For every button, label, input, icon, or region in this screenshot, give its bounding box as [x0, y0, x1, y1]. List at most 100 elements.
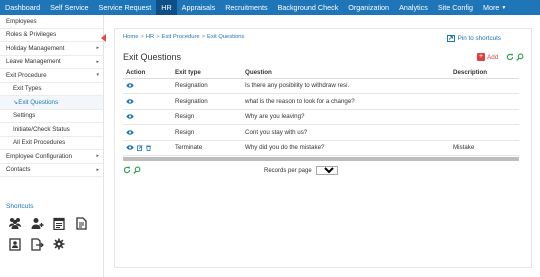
table-row: Resignation Is there any posibility to w… [123, 78, 519, 94]
sidebar-item-label: Initiate/Check Status [13, 125, 70, 133]
breadcrumb-separator: > [140, 34, 144, 40]
sidebar-item-label: Contacts [6, 166, 31, 174]
sidebar-item-holiday-management[interactable]: Holiday Management ▸ [0, 42, 103, 56]
sidebar-item-employee-configuration[interactable]: Employee Configuration ▸ [0, 150, 103, 164]
table-header-row: Action Exit type Question Description [123, 67, 519, 79]
breadcrumb-home[interactable]: Home [123, 34, 138, 40]
question-cell: Is there any posibility to withdraw resi… [242, 78, 450, 94]
column-header-description[interactable]: Description [450, 67, 519, 79]
action-cell [123, 93, 172, 110]
sidebar-item-all-exit-procedures[interactable]: All Exit Procedures [0, 137, 103, 150]
description-cell: Mistake [450, 140, 519, 156]
sidebar-item-contacts[interactable]: Contacts ▸ [0, 164, 103, 177]
nav-more-label: More [483, 3, 500, 12]
records-per-page-select[interactable]: 20 [315, 166, 338, 175]
sidebar-item-label: Exit Procedure [6, 71, 47, 79]
shortcuts-title: Shortcuts [6, 203, 34, 210]
user-card-icon[interactable] [8, 237, 22, 251]
nav-dashboard-label: Dashboard [5, 3, 41, 12]
sidebar-item-exit-questions-text: Exit Questions [18, 98, 59, 106]
table-horizontal-scrollbar[interactable] [123, 157, 519, 161]
exit-type-cell: Resignation [172, 93, 242, 110]
exit-questions-table: Action Exit type Question Description Re… [123, 67, 519, 156]
table-row: Resign Cont you stay with us? [123, 124, 519, 141]
breadcrumb-separator: > [201, 34, 206, 40]
sidebar-item-label: Leave Management [6, 58, 61, 66]
records-per-page-label: Records per page [264, 167, 312, 174]
add-user-icon[interactable] [30, 216, 44, 230]
nav-more[interactable]: More ▼ [478, 0, 511, 15]
nav-analytics[interactable]: Analytics [394, 0, 433, 15]
nav-organization-label: Organization [348, 3, 390, 12]
nav-background-check[interactable]: Background Check [273, 0, 344, 15]
sidebar-item-label: Employees [6, 17, 37, 25]
nav-site-config[interactable]: Site Config [433, 0, 478, 15]
view-eye-icon[interactable] [126, 83, 134, 88]
nav-analytics-label: Analytics [399, 3, 428, 12]
sidebar-item-roles-privileges[interactable]: Roles & Privileges [0, 29, 103, 42]
view-eye-icon[interactable] [126, 130, 134, 135]
scrollbar-thumb[interactable] [123, 157, 519, 161]
view-eye-icon[interactable] [126, 114, 134, 119]
exit-type-cell: Resign [172, 109, 242, 125]
exit-type-cell: Resignation [172, 78, 242, 94]
chevron-down-icon: ▼ [501, 4, 507, 11]
sidebar-item-label: Settings [13, 112, 36, 120]
question-cell: Why are you leaving? [242, 109, 450, 125]
column-header-exit-type[interactable]: Exit type [172, 67, 242, 79]
delete-trash-icon[interactable] [146, 145, 151, 151]
pin-to-shortcuts-link[interactable]: Pin to shortcuts [446, 35, 501, 42]
main-panel: Home > HR > Exit Procedure > Exit Questions Pi… [114, 28, 532, 268]
breadcrumb: Home > HR > Exit Procedure > Exit Questions [123, 34, 244, 40]
nav-service-request[interactable]: Service Request [94, 0, 157, 15]
breadcrumb-hr[interactable]: HR [146, 34, 154, 40]
chevron-right-icon: ▸ [96, 45, 99, 52]
nav-dashboard[interactable]: Dashboard [0, 0, 45, 15]
plus-icon: + [477, 53, 485, 61]
sidebar-item-exit-procedure[interactable]: Exit Procedure ▾ [0, 69, 103, 83]
footer-refresh-icon[interactable] [123, 166, 131, 176]
sidebar-collapse-toggle[interactable] [101, 34, 106, 42]
document-icon[interactable] [74, 216, 88, 230]
exit-type-cell: Resign [172, 124, 242, 141]
nav-self-service[interactable]: Self Service [45, 0, 93, 15]
action-cell [123, 78, 172, 94]
sidebar-item-employees[interactable]: Employees [0, 15, 103, 29]
chevron-right-icon: ▸ [96, 153, 99, 160]
sidebar-item-initiate-check-status[interactable]: Initiate/Check Status [0, 123, 103, 137]
export-document-icon[interactable] [30, 237, 44, 251]
settings-icon[interactable] [52, 237, 66, 251]
refresh-icon[interactable] [506, 53, 514, 63]
nav-recruitments-label: Recruitments [225, 3, 268, 12]
sidebar-item-leave-management[interactable]: Leave Management ▸ [0, 56, 103, 69]
column-header-question[interactable]: Question [242, 67, 450, 79]
sidebar-item-exit-types[interactable]: Exit Types [0, 83, 103, 96]
calendar-list-icon[interactable] [52, 216, 66, 230]
add-button[interactable]: + Add [477, 53, 498, 61]
sidebar-item-exit-questions[interactable]: ↘Exit Questions [0, 96, 103, 110]
nav-recruitments[interactable]: Recruitments [220, 0, 272, 15]
description-cell [450, 124, 519, 141]
sidebar-item-settings[interactable]: Settings [0, 110, 103, 123]
sidebar-item-label: ↘Exit Questions [13, 99, 99, 106]
footer-search-icon[interactable] [133, 166, 141, 176]
chevron-right-icon: ▸ [96, 166, 99, 173]
page-title: Exit Questions [123, 52, 182, 62]
nav-hr-label: HR [161, 3, 172, 12]
sidebar-item-label: Roles & Privileges [6, 31, 57, 39]
edit-icon[interactable] [137, 144, 143, 151]
view-eye-icon[interactable] [126, 145, 134, 150]
sidebar-item-label: Employee Configuration [6, 152, 73, 160]
search-icon[interactable] [516, 53, 524, 63]
nav-appraisals[interactable]: Appraisals [177, 0, 221, 15]
group-icon[interactable] [8, 216, 22, 230]
nav-hr[interactable]: HR [156, 0, 177, 15]
question-cell: what is the reason to look for a change? [242, 93, 450, 110]
description-cell [450, 93, 519, 110]
exit-type-cell: Terminate [172, 140, 242, 156]
sidebar-item-label: All Exit Procedures [13, 139, 66, 147]
view-eye-icon[interactable] [126, 99, 134, 104]
nav-organization[interactable]: Organization [343, 0, 394, 15]
breadcrumb-exit-procedure[interactable]: Exit Procedure [162, 34, 200, 40]
sidebar-item-label: Holiday Management [6, 44, 65, 52]
